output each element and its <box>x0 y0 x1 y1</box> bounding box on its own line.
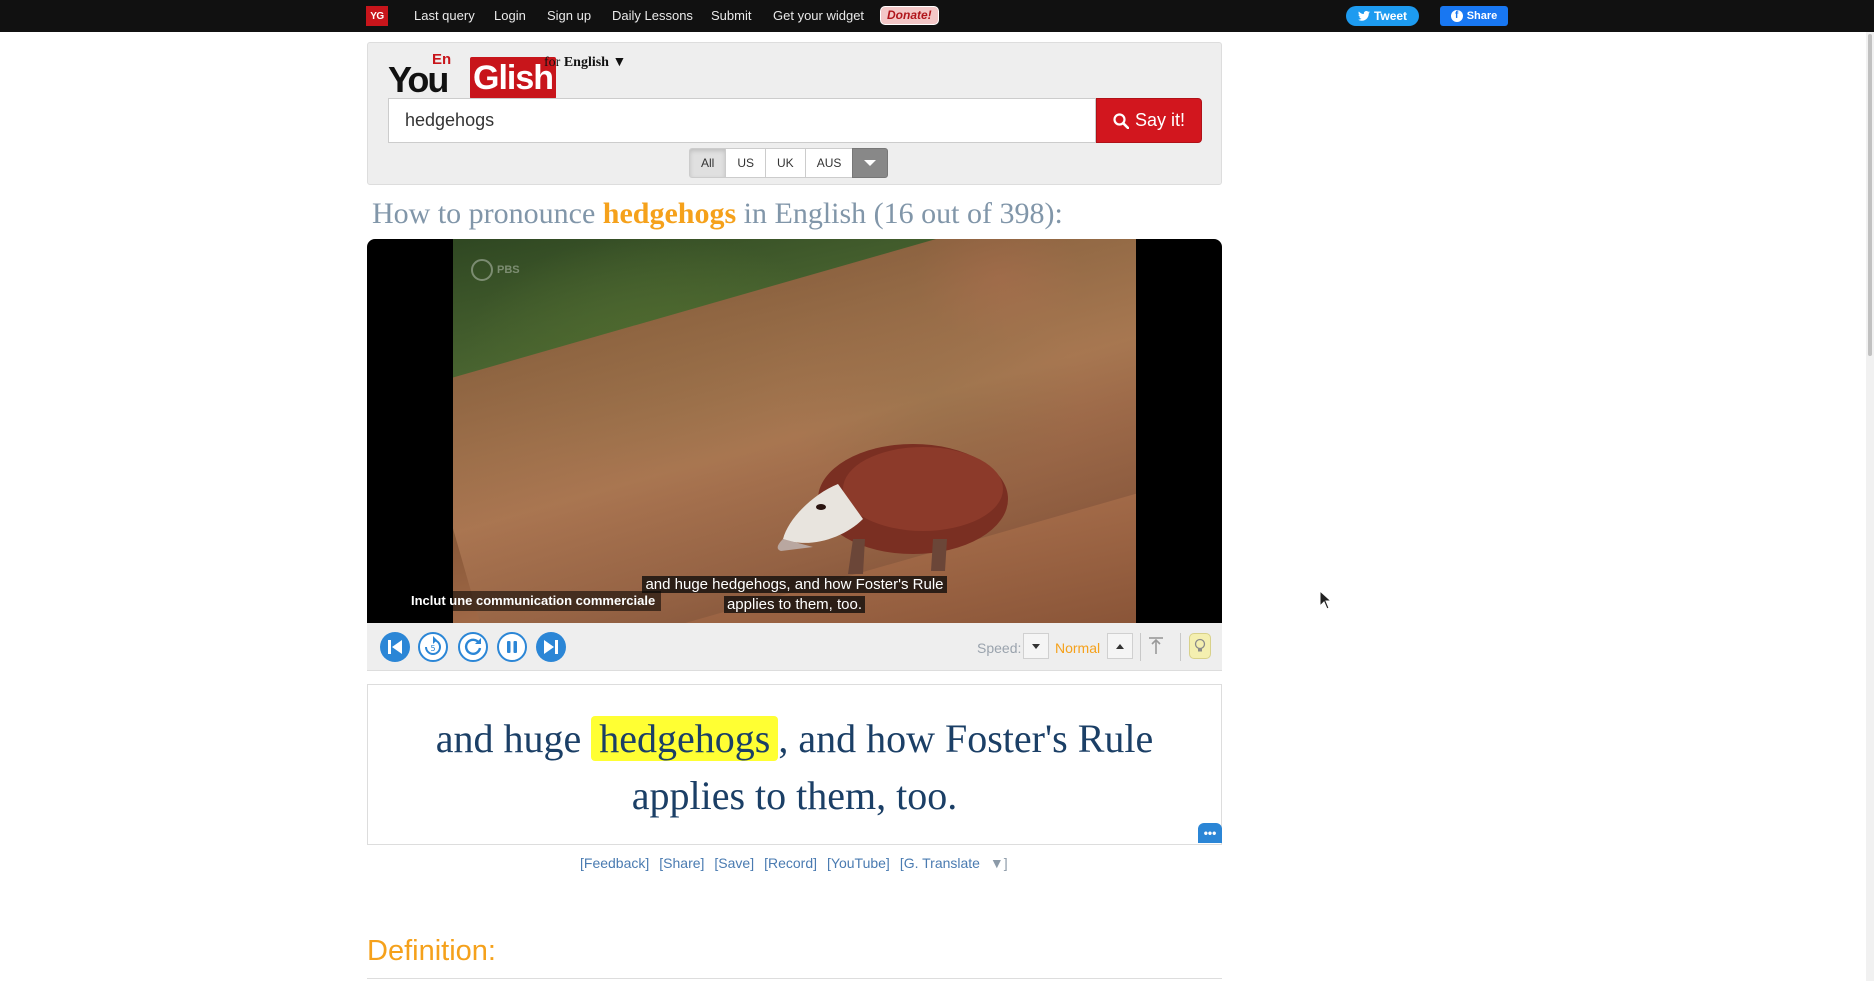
say-it-label: Say it! <box>1134 110 1186 130</box>
accent-aus[interactable]: AUS <box>804 148 854 178</box>
language-selector[interactable]: for English ▼ <box>544 55 626 71</box>
twitter-bird-icon <box>1357 11 1370 21</box>
mouse-cursor-icon <box>1319 590 1333 610</box>
accent-more-dropdown[interactable] <box>852 148 889 178</box>
previous-clip-icon[interactable] <box>379 631 411 663</box>
action-links: [Feedback] [Share] [Save] [Record] [YouT… <box>580 855 1008 871</box>
search-panel: You En Glish for English ▼ hedgehogs Say… <box>367 42 1222 185</box>
transcript-highlighted-word[interactable]: hedgehogs <box>591 716 779 761</box>
player-controls: 5 Speed: Normal <box>367 623 1222 671</box>
nav-last-query[interactable]: Last query <box>414 8 475 23</box>
top-nav-bar: YG Last query Login Sign up Daily Lesson… <box>0 0 1874 32</box>
pause-icon[interactable] <box>496 631 528 663</box>
transcript-box: and huge hedgehogs, and how Foster's Rul… <box>367 684 1222 845</box>
accent-all[interactable]: All <box>689 148 727 178</box>
speed-label: Speed: <box>977 640 1022 656</box>
replay-5-seconds-icon[interactable]: 5 <box>417 631 449 663</box>
lightbulb-icon <box>1194 638 1206 652</box>
svg-text:5: 5 <box>430 644 435 653</box>
page-title: How to pronounce hedgehogs in English (1… <box>372 197 1063 231</box>
share-link[interactable]: [Share] <box>659 855 704 871</box>
youglish-logo[interactable]: You En Glish <box>388 51 557 100</box>
youtube-link[interactable]: [YouTube] <box>827 855 890 871</box>
video-subtitle-line-1: and huge hedgehogs, and how Foster's Rul… <box>642 576 947 593</box>
accent-us[interactable]: US <box>725 148 767 178</box>
lightbulb-tips-button[interactable] <box>1189 633 1211 659</box>
record-link[interactable]: [Record] <box>764 855 817 871</box>
transcript-before: and huge <box>435 716 582 761</box>
caret-down-icon <box>1032 643 1040 649</box>
nav-submit[interactable]: Submit <box>711 8 751 23</box>
transcript-text: and huge hedgehogs, and how Foster's Rul… <box>368 710 1221 824</box>
facebook-share-button[interactable]: f Share <box>1440 6 1508 26</box>
google-translate-label: [G. Translate <box>899 855 980 871</box>
logo-en: En <box>432 51 452 68</box>
donate-button[interactable]: Donate! <box>880 6 939 25</box>
transcript-line-2: applies to them, too. <box>631 773 958 818</box>
controls-divider <box>1180 633 1181 661</box>
nav-get-widget[interactable]: Get your widget <box>773 8 864 23</box>
say-it-button[interactable]: Say it! <box>1096 98 1202 143</box>
transcript-after: , and how Foster's Rule <box>778 716 1154 761</box>
language-prefix: for <box>544 55 561 70</box>
repeat-clip-icon[interactable] <box>457 631 489 663</box>
more-options-button[interactable]: ••• <box>1198 823 1222 843</box>
nav-daily-lessons[interactable]: Daily Lessons <box>612 8 693 23</box>
language-name: English <box>563 55 609 70</box>
tweet-label: Tweet <box>1373 9 1408 23</box>
feedback-link[interactable]: [Feedback] <box>580 855 649 871</box>
tweet-button[interactable]: Tweet <box>1346 6 1419 26</box>
nav-sign-up[interactable]: Sign up <box>547 8 591 23</box>
video-subtitle-line-2: applies to them, too. <box>723 596 866 613</box>
pbs-logo-icon <box>471 259 493 281</box>
facebook-icon: f <box>1450 10 1463 22</box>
controls-divider <box>1140 633 1141 661</box>
speed-increase-button[interactable] <box>1107 633 1133 659</box>
title-prefix: How to pronounce <box>372 197 596 230</box>
next-clip-icon[interactable] <box>535 631 567 663</box>
hedgehog-illustration <box>777 444 1008 574</box>
speed-decrease-button[interactable] <box>1023 633 1049 659</box>
search-input[interactable]: hedgehogs <box>388 98 1096 143</box>
share-label: Share <box>1466 10 1498 22</box>
youglish-mini-logo[interactable]: YG <box>366 6 388 26</box>
video-player[interactable]: PBS Inclut une communication commerciale… <box>367 239 1222 623</box>
scroll-to-top-icon[interactable] <box>1145 633 1167 659</box>
title-word: hedgehogs <box>602 197 737 230</box>
video-frame: PBS <box>453 239 1136 623</box>
save-link[interactable]: [Save] <box>714 855 754 871</box>
scrollbar-thumb[interactable] <box>1868 34 1872 356</box>
definition-heading: Definition: <box>367 935 496 967</box>
definition-divider <box>367 978 1222 979</box>
title-suffix: in English (16 out of 398): <box>743 197 1063 230</box>
pbs-watermark: PBS <box>471 259 520 281</box>
google-translate-link[interactable]: [G. Translate ▼] <box>900 855 1008 871</box>
language-caret-icon: ▼ <box>612 55 627 70</box>
translate-caret-icon: ▼] <box>989 855 1008 871</box>
accent-filter-group: All US UK AUS <box>689 148 889 178</box>
search-icon <box>1113 112 1129 129</box>
pbs-watermark-text: PBS <box>497 264 520 276</box>
caret-down-icon <box>864 160 877 166</box>
video-subtitles: and huge hedgehogs, and how Foster's Rul… <box>622 575 967 615</box>
nav-login[interactable]: Login <box>494 8 526 23</box>
speed-value: Normal <box>1055 640 1101 656</box>
accent-uk[interactable]: UK <box>765 148 806 178</box>
caret-up-icon <box>1116 643 1124 649</box>
